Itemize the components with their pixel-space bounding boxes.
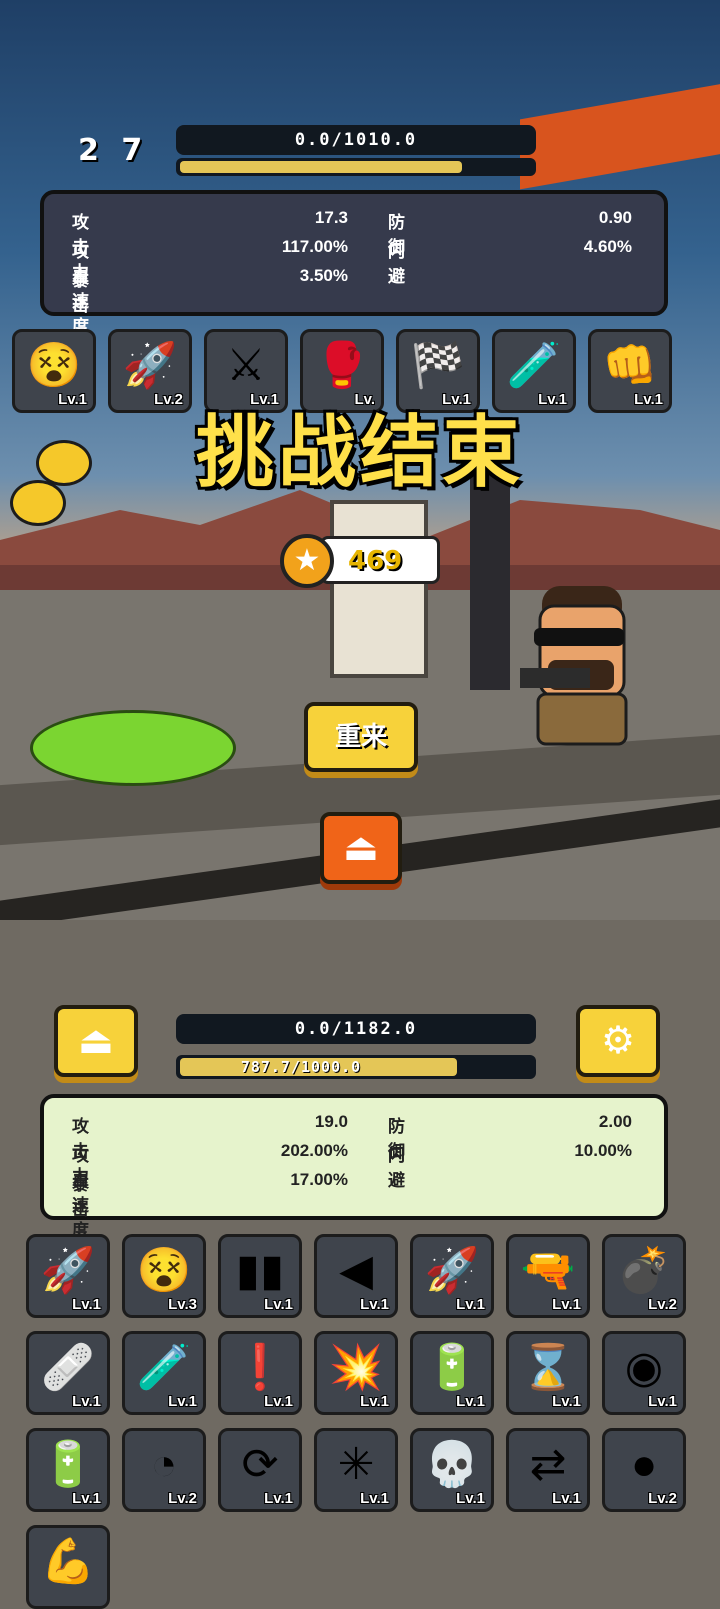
enemy-stats-panel: 攻击力 17.3 防御 0.90 攻击速度 117.00% 闪避 4.60% 暴…: [40, 190, 668, 336]
battery-icon: 🔋: [40, 1440, 96, 1489]
skill-level: Lv.1: [264, 1393, 293, 1410]
fuel-pump: [330, 500, 428, 678]
skill-tile[interactable]: 💪: [26, 1525, 110, 1609]
medkit-icon: 🩹: [40, 1343, 96, 1392]
boxing-gloves-icon: 🥊: [314, 341, 370, 390]
dizzy-face-icon: 😵: [136, 1246, 192, 1295]
alert-gauge-icon: ❗: [232, 1343, 288, 1392]
skill-tile[interactable]: 😵 Lv.3: [122, 1234, 206, 1318]
skill-level: Lv.1: [360, 1393, 389, 1410]
exit-icon: ⏏: [343, 827, 379, 869]
skill-level: Lv.1: [456, 1490, 485, 1507]
skill-level: Lv.1: [264, 1490, 293, 1507]
retry-button[interactable]: 重来: [304, 702, 418, 772]
rocket-strike-icon: 🚀: [40, 1246, 96, 1295]
skill-level: Lv.1: [456, 1296, 485, 1313]
arrow-left-icon: ◀: [339, 1246, 373, 1295]
skill-level: Lv.1: [72, 1296, 101, 1313]
enemy-progress-fill: [180, 161, 462, 173]
black-hole-icon: ◉: [624, 1343, 664, 1392]
skill-tile[interactable]: ● Lv.2: [602, 1428, 686, 1512]
coin-amount: 469: [348, 546, 403, 576]
rocket-icon: 🚀: [122, 341, 178, 390]
skill-level: Lv.1: [264, 1296, 293, 1313]
skull-icon: 💀: [424, 1440, 480, 1489]
fist-icon: 👊: [602, 341, 658, 390]
pistol-icon: 🔫: [520, 1246, 576, 1295]
exit-game-button[interactable]: ⏏: [54, 1005, 138, 1077]
skill-level: Lv.1: [456, 1393, 485, 1410]
skill-tile[interactable]: 💀 Lv.1: [410, 1428, 494, 1512]
bullets-icon: ▮▮: [235, 1246, 285, 1295]
skill-level: Lv.1: [552, 1296, 581, 1313]
enemy-hp-bar: 0.0/1010.0: [176, 125, 536, 155]
skill-level: Lv.1: [552, 1393, 581, 1410]
bullet-icon: ●: [630, 1440, 658, 1489]
skill-tile[interactable]: 🔫 Lv.1: [506, 1234, 590, 1318]
skill-level: Lv.1: [552, 1490, 581, 1507]
skill-tile[interactable]: ⟳ Lv.1: [218, 1428, 302, 1512]
skill-tile[interactable]: 💥 Lv.1: [314, 1331, 398, 1415]
refresh-bolt-icon: ⟳: [241, 1440, 279, 1489]
green-slime-puddle: [30, 710, 236, 786]
skill-level: Lv.1: [168, 1393, 197, 1410]
skill-tile[interactable]: 🚀 Lv.1: [26, 1234, 110, 1318]
skill-tile[interactable]: ◀ Lv.1: [314, 1234, 398, 1318]
grenade-icon: 💣: [616, 1246, 672, 1295]
skill-tile[interactable]: ⇄ Lv.1: [506, 1428, 590, 1512]
skill-tile[interactable]: 💣 Lv.2: [602, 1234, 686, 1318]
battery-charge-icon: 🔋: [424, 1343, 480, 1392]
skill-level: Lv.3: [168, 1296, 197, 1313]
player-character: [520, 586, 628, 746]
potion-icon: 🧪: [506, 341, 562, 390]
skill-level: Lv.2: [648, 1296, 677, 1313]
muscle-icon: 💪: [40, 1537, 96, 1586]
skill-tile[interactable]: 🔋 Lv.1: [410, 1331, 494, 1415]
player-stats-panel: 攻击力 19.0 防御 2.00 攻击速度 202.00% 闪避 10.00% …: [40, 1094, 668, 1240]
dizzy-face-icon: 😵: [26, 341, 82, 390]
skill-tile[interactable]: ⌛ Lv.1: [506, 1331, 590, 1415]
skill-level: Lv.1: [648, 1393, 677, 1410]
dash-arrows-icon: ⇄: [529, 1440, 567, 1489]
skill-level: Lv.2: [648, 1490, 677, 1507]
skill-tile[interactable]: 🚀 Lv.1: [410, 1234, 494, 1318]
speed-gauge-icon: ◔: [150, 1440, 178, 1489]
station-pillar: [470, 470, 510, 690]
skill-level: Lv.1: [360, 1490, 389, 1507]
skill-tile[interactable]: ◔ Lv.2: [122, 1428, 206, 1512]
skill-level: Lv.2: [168, 1490, 197, 1507]
player-hp-bar: 0.0/1182.0: [176, 1014, 536, 1044]
settings-button[interactable]: ⚙: [576, 1005, 660, 1077]
skill-level: Lv.1: [72, 1490, 101, 1507]
skill-tile[interactable]: ▮▮ Lv.1: [218, 1234, 302, 1318]
exit-icon: ⏏: [78, 1020, 114, 1062]
skill-tile[interactable]: 🧪 Lv.1: [122, 1331, 206, 1415]
skill-level: Lv.1: [72, 1393, 101, 1410]
network-icon: ✳: [337, 1440, 375, 1489]
skill-tile[interactable]: ❗ Lv.1: [218, 1331, 302, 1415]
checkered-flag-icon: 🏁: [410, 341, 466, 390]
challenge-over-title: 挑战结束: [195, 408, 524, 498]
potion-icon: 🧪: [136, 1343, 192, 1392]
skill-level: Lv.1: [360, 1296, 389, 1313]
skill-tile[interactable]: 🩹 Lv.1: [26, 1331, 110, 1415]
skill-tile[interactable]: ◉ Lv.1: [602, 1331, 686, 1415]
hourglass-icon: ⌛: [520, 1343, 576, 1392]
missile-icon: 🚀: [424, 1246, 480, 1295]
gear-icon: ⚙: [600, 1020, 636, 1062]
explosion-icon: 💥: [328, 1343, 384, 1392]
skill-tile[interactable]: ✳ Lv.1: [314, 1428, 398, 1512]
crossed-swords-icon: ⚔: [226, 341, 266, 390]
coin-icon: ★: [280, 534, 334, 588]
player-xp-text: 787.7/1000.0: [240, 1058, 362, 1076]
skill-tile[interactable]: 🔋 Lv.1: [26, 1428, 110, 1512]
exit-button[interactable]: ⏏: [320, 812, 402, 884]
enemy-level: 2 7: [78, 133, 149, 168]
